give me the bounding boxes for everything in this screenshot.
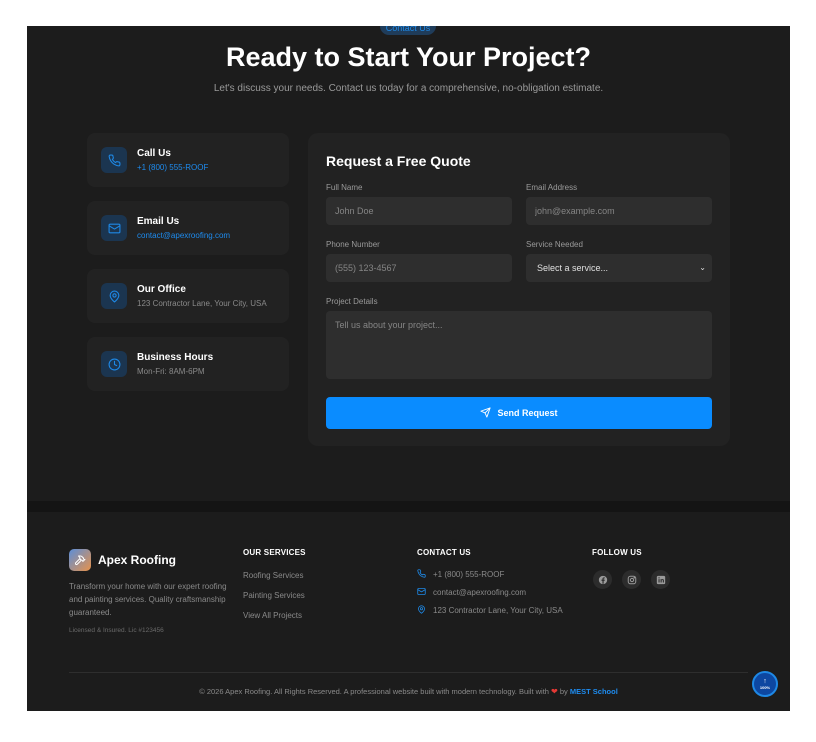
footer-brand-name[interactable]: Apex Roofing [98,553,176,567]
service-select[interactable]: Select a service... ⌄ [526,254,712,282]
section-divider [27,501,790,512]
clock-icon [101,351,127,377]
copyright: © 2026 Apex Roofing. All Rights Reserved… [27,687,790,696]
scroll-to-top-button[interactable]: ↑ 100% [752,671,778,697]
phone-icon [417,569,426,580]
section-badge: Contact Us [380,26,436,35]
contact-card-office: Our Office 123 Contractor Lane, Your Cit… [87,269,289,323]
footer-link-painting[interactable]: Painting Services [243,591,305,600]
footer-license: Licensed & Insured. Lic #123456 [69,627,164,634]
service-label: Service Needed [526,240,583,249]
quote-form-title: Request a Free Quote [326,153,471,169]
contact-card-title: Business Hours [137,352,214,363]
office-address: 123 Contractor Lane, Your City, USA [137,299,267,308]
footer-address-text: 123 Contractor Lane, Your City, USA [433,606,563,615]
footer-email-text: contact@apexroofing.com [433,588,527,597]
contact-card-hours: Business Hours Mon-Fri: 8AM-6PM [87,337,289,391]
full-name-input[interactable] [326,197,512,225]
footer-link-projects[interactable]: View All Projects [243,611,302,620]
instagram-icon[interactable] [622,570,641,589]
send-request-label: Send Request [497,408,558,418]
full-name-label: Full Name [326,183,363,192]
hammer-icon [69,549,91,571]
follow-heading: FOLLOW US [592,548,642,557]
contact-section: Contact Us Ready to Start Your Project? … [27,26,790,711]
phone-label: Phone Number [326,240,380,249]
footer-divider [69,672,748,673]
contact-card-email: Email Us contact@apexroofing.com [87,201,289,255]
footer-phone[interactable]: +1 (800) 555-ROOF [417,569,504,580]
footer-brand-description: Transform your home with our expert roof… [69,582,227,617]
footer-link-roofing[interactable]: Roofing Services [243,571,303,580]
contact-card-title: Call Us [137,148,171,159]
phone-input[interactable] [326,254,512,282]
copyright-by: by [559,687,568,696]
send-request-button[interactable]: Send Request [326,397,712,429]
email-link[interactable]: contact@apexroofing.com [137,231,230,240]
email-label: Email Address [526,183,578,192]
scroll-progress: 100% [759,685,771,690]
contact-card-call: Call Us +1 (800) 555-ROOF [87,133,289,187]
send-icon [480,406,492,420]
location-pin-icon [417,605,426,616]
quote-form: Request a Free Quote Full Name Email Add… [308,133,730,446]
facebook-icon[interactable] [593,570,612,589]
project-details-textarea[interactable] [326,311,712,379]
chevron-down-icon: ⌄ [699,263,706,272]
business-hours: Mon-Fri: 8AM-6PM [137,367,205,376]
location-pin-icon [101,283,127,309]
phone-icon [101,147,127,173]
section-title: Ready to Start Your Project? [225,42,592,72]
arrow-up-icon: ↑ [763,678,767,685]
mail-icon [101,215,127,241]
project-details-label: Project Details [326,297,378,306]
contact-card-title: Email Us [137,216,180,227]
service-select-value: Select a service... [537,263,609,273]
footer-phone-text: +1 (800) 555-ROOF [433,570,505,579]
mail-icon [417,587,426,598]
contact-card-title: Our Office [137,284,186,295]
services-heading: OUR SERVICES [243,548,306,557]
footer-address: 123 Contractor Lane, Your City, USA [417,605,563,616]
email-input[interactable] [526,197,712,225]
footer-email[interactable]: contact@apexroofing.com [417,587,526,598]
copyright-text: © 2026 Apex Roofing. All Rights Reserved… [199,687,549,696]
linkedin-icon[interactable] [651,570,670,589]
contact-heading: CONTACT US [417,548,471,557]
mest-school-link[interactable]: MEST School [570,687,618,696]
heart-icon: ❤ [551,687,558,696]
phone-link[interactable]: +1 (800) 555-ROOF [137,163,208,172]
section-subtitle: Let's discuss your needs. Contact us tod… [213,83,604,94]
